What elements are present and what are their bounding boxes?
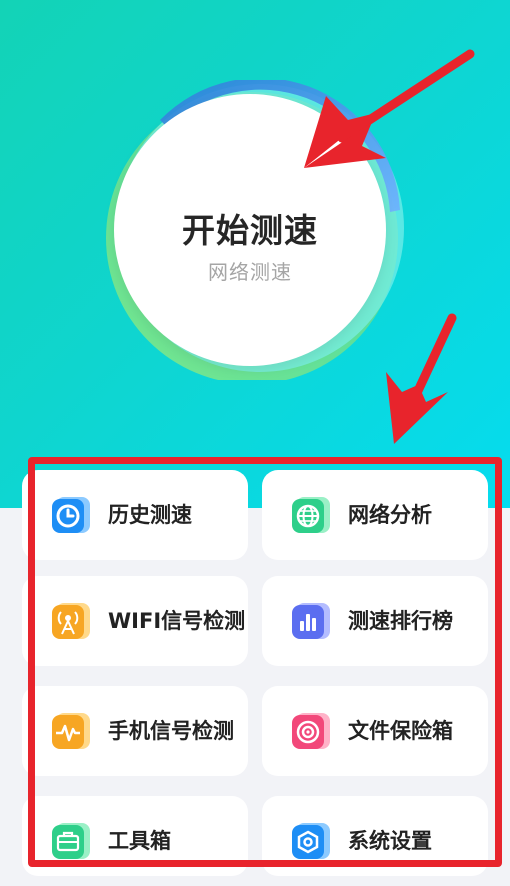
settings-icon <box>292 823 330 859</box>
menu-item-speed-ranking[interactable]: 测速排行榜 <box>262 576 488 666</box>
menu-item-label: 测速排行榜 <box>348 609 453 633</box>
feature-menu: 历史测速 网络分析 WIFI信号检测 测速排行榜 手机信号检测 文件保险箱 工具… <box>22 470 488 876</box>
menu-item-mobile-signal[interactable]: 手机信号检测 <box>22 686 248 776</box>
bar-chart-icon <box>292 603 330 639</box>
start-test-title: 开始测速 <box>182 211 318 250</box>
menu-item-label: 网络分析 <box>348 503 432 527</box>
toolbox-icon <box>52 823 90 859</box>
menu-item-network-analysis[interactable]: 网络分析 <box>262 470 488 560</box>
menu-item-label: 工具箱 <box>108 829 171 853</box>
start-speed-test-button[interactable]: 开始测速 网络测速 <box>114 94 386 366</box>
menu-item-label: 文件保险箱 <box>348 719 453 743</box>
menu-item-label: 手机信号检测 <box>108 719 234 743</box>
menu-item-toolbox[interactable]: 工具箱 <box>22 796 248 876</box>
menu-item-wifi-signal[interactable]: WIFI信号检测 <box>22 576 248 666</box>
vault-icon <box>292 713 330 749</box>
menu-item-file-vault[interactable]: 文件保险箱 <box>262 686 488 776</box>
menu-item-label: WIFI信号检测 <box>108 609 246 633</box>
signal-tower-icon <box>52 603 90 639</box>
menu-item-label: 历史测速 <box>108 503 192 527</box>
menu-item-system-settings[interactable]: 系统设置 <box>262 796 488 876</box>
globe-icon <box>292 497 330 533</box>
pulse-icon <box>52 713 90 749</box>
clock-icon <box>52 497 90 533</box>
menu-item-label: 系统设置 <box>348 829 432 853</box>
start-test-subtitle: 网络测速 <box>208 260 292 284</box>
menu-item-history[interactable]: 历史测速 <box>22 470 248 560</box>
